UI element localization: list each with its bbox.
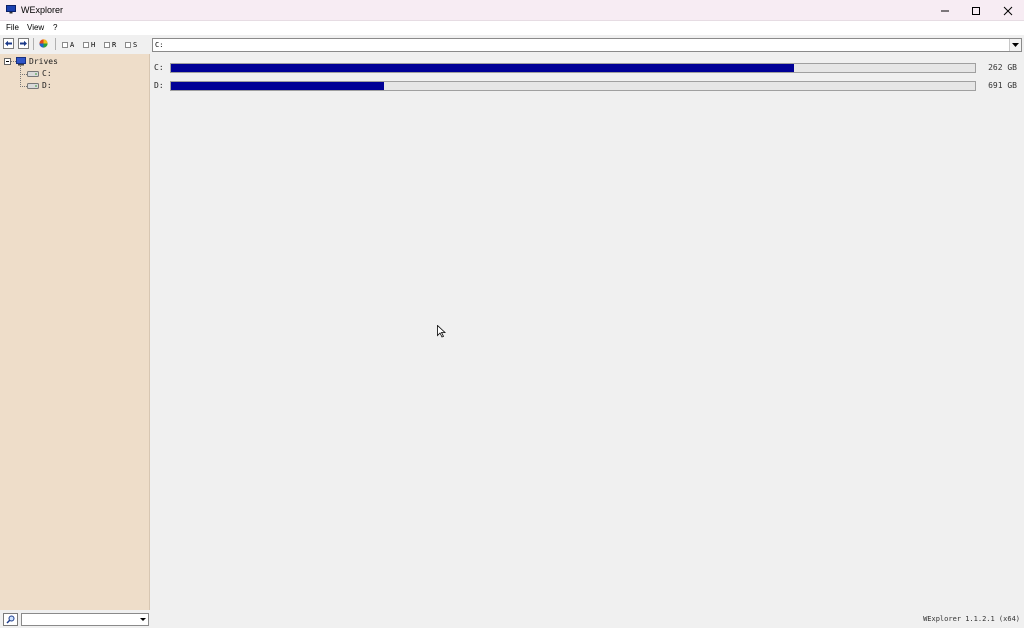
- attr-label: A: [70, 40, 75, 49]
- toolbar-separator: [33, 38, 34, 50]
- drive-letter: D:: [154, 81, 164, 90]
- path-combobox[interactable]: C:: [152, 38, 1022, 52]
- attr-label: H: [91, 40, 96, 49]
- attr-label: R: [112, 40, 117, 49]
- usage-bar-fill: [171, 64, 795, 72]
- collapse-icon[interactable]: [4, 58, 11, 65]
- path-value: C:: [155, 41, 164, 49]
- back-button[interactable]: [3, 38, 14, 49]
- usage-bar: [170, 63, 976, 73]
- menu-help[interactable]: ?: [53, 23, 57, 32]
- title-bar: WExplorer: [0, 0, 1024, 21]
- status-bar: WExplorer 1.1.2.1 (x64): [0, 610, 1024, 628]
- forward-arrow-icon: [20, 40, 27, 47]
- version-label: WExplorer 1.1.2.1 (x64): [923, 615, 1020, 623]
- tree-connector: [20, 86, 27, 87]
- attr-label: S: [133, 40, 138, 49]
- maximize-icon: [972, 6, 980, 15]
- close-icon: [1003, 6, 1013, 15]
- search-input[interactable]: [21, 613, 149, 626]
- toolbar-separator: [55, 38, 56, 50]
- back-arrow-icon: [5, 40, 12, 47]
- usage-bar-fill: [171, 82, 385, 90]
- search-dropdown-button[interactable]: [137, 614, 148, 625]
- checkbox[interactable]: [62, 41, 68, 48]
- tree-item-c-drive[interactable]: C:: [42, 69, 52, 78]
- computer-monitor-icon: [6, 5, 16, 14]
- menu-view[interactable]: View: [27, 23, 44, 32]
- chevron-down-icon: [1012, 43, 1019, 47]
- tree-root-drives[interactable]: Drives: [29, 57, 58, 66]
- toolbar: A H R S: [0, 36, 150, 53]
- minimize-button[interactable]: [929, 0, 961, 21]
- forward-button[interactable]: [18, 38, 29, 49]
- minimize-icon: [941, 10, 949, 11]
- computer-icon: [16, 57, 26, 66]
- menu-file[interactable]: File: [6, 23, 19, 32]
- drive-icon: [27, 71, 39, 77]
- chevron-down-icon: [139, 618, 146, 621]
- search-icon: [6, 615, 15, 624]
- color-wheel-icon: [39, 39, 48, 48]
- drive-letter: C:: [154, 63, 164, 72]
- drive-size: 691 GB: [988, 81, 1017, 90]
- attr-filter-s[interactable]: S: [125, 40, 137, 49]
- color-button[interactable]: [38, 38, 49, 49]
- attr-filter-r[interactable]: R: [104, 40, 116, 49]
- path-dropdown-button[interactable]: [1009, 39, 1021, 51]
- checkbox[interactable]: [83, 41, 89, 48]
- drive-row-d[interactable]: D: 691 GB: [150, 80, 1024, 92]
- tree-item-d-drive[interactable]: D:: [42, 81, 52, 90]
- attr-filter-a[interactable]: A: [62, 40, 74, 49]
- window-title: WExplorer: [21, 5, 64, 15]
- tree-connector: [20, 66, 21, 87]
- search-button[interactable]: [3, 613, 18, 626]
- maximize-button[interactable]: [960, 0, 992, 21]
- checkbox[interactable]: [125, 41, 131, 48]
- drive-usage-panel: C: 262 GB D: 691 GB: [150, 54, 1024, 610]
- folder-tree: Drives C: D:: [0, 54, 150, 610]
- attr-filter-h[interactable]: H: [83, 40, 95, 49]
- checkbox[interactable]: [104, 41, 110, 48]
- drive-size: 262 GB: [988, 63, 1017, 72]
- close-button[interactable]: [992, 0, 1024, 21]
- tree-connector: [20, 74, 27, 75]
- drive-icon: [27, 83, 39, 89]
- mouse-cursor-icon: [437, 325, 446, 338]
- drive-row-c[interactable]: C: 262 GB: [150, 62, 1024, 74]
- usage-bar: [170, 81, 976, 91]
- menu-bar: File View ?: [0, 21, 1024, 35]
